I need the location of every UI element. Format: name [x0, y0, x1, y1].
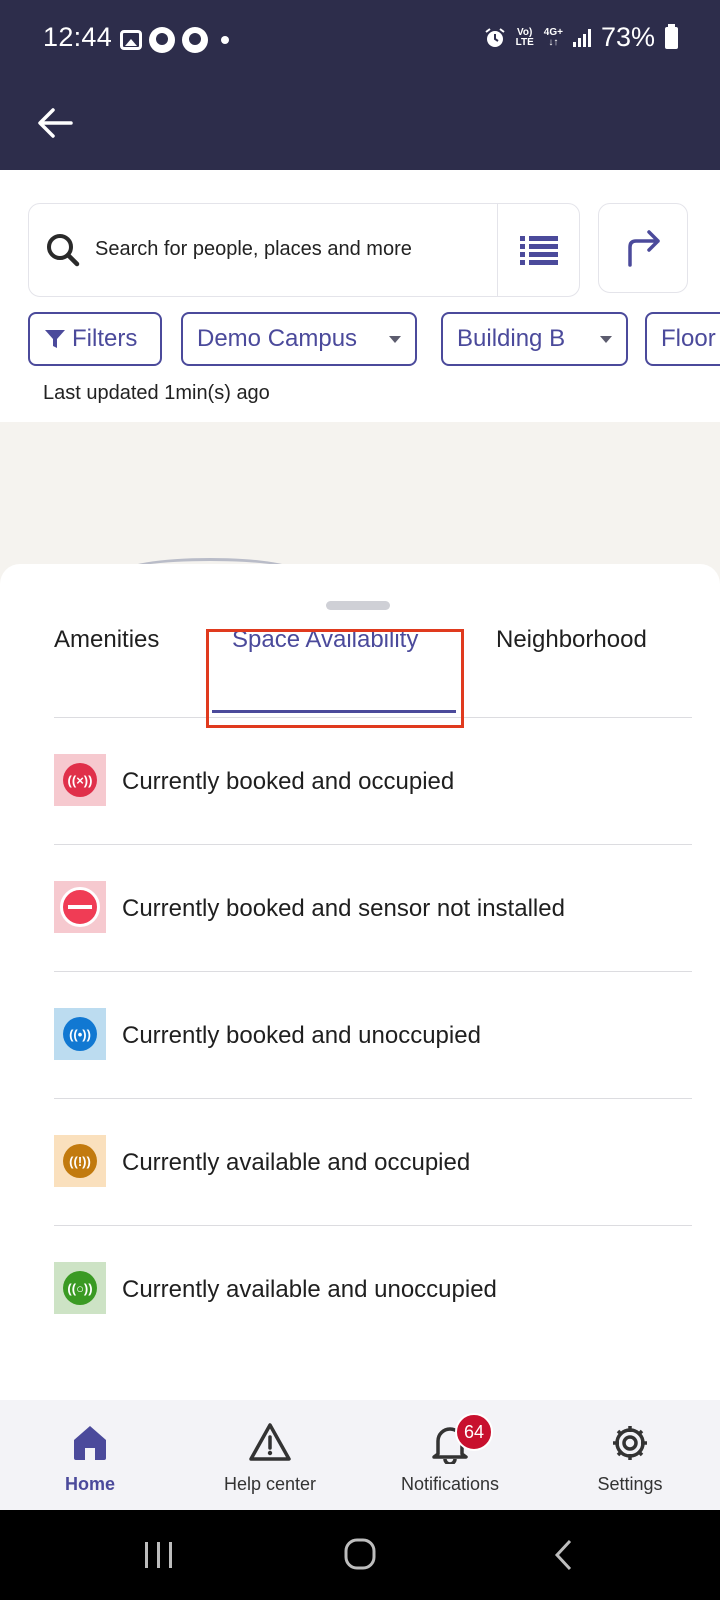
- highlight-box: [206, 629, 464, 728]
- turn-right-icon: [628, 230, 660, 267]
- available-unoccupied-icon: ((○)): [54, 1262, 106, 1314]
- nav-settings[interactable]: Settings: [540, 1400, 720, 1510]
- nav-home-label: Home: [64, 1474, 115, 1494]
- building-value: Building B: [457, 325, 566, 352]
- caret-down-icon: [389, 335, 401, 343]
- nav-notifications-label: Notifications: [400, 1474, 500, 1494]
- legend-item: ((•)) Currently booked and unoccupied: [54, 972, 692, 1099]
- search-input[interactable]: Search for people, places and more: [28, 203, 580, 297]
- back-nav-icon[interactable]: [552, 1538, 574, 1572]
- recent-apps-icon[interactable]: [143, 1540, 175, 1570]
- caret-down-icon: [600, 335, 612, 343]
- filters-button[interactable]: Filters: [28, 312, 162, 366]
- back-button[interactable]: [30, 98, 80, 148]
- nav-settings-label: Settings: [597, 1474, 663, 1494]
- campus-value: Demo Campus: [197, 325, 358, 352]
- directions-button[interactable]: [598, 203, 688, 293]
- tab-amenities[interactable]: Amenities: [54, 626, 159, 654]
- notification-badge: 64: [455, 1413, 493, 1451]
- status-notification-icons: [120, 27, 229, 53]
- legend-label: Currently available and unoccupied: [122, 1276, 497, 1303]
- legend-item: ((×)) Currently booked and occupied: [54, 718, 692, 845]
- legend-item: Currently booked and sensor not installe…: [54, 845, 692, 972]
- volte-bottom: LTE: [515, 36, 534, 48]
- search-area: Search for people, places and more Filte…: [0, 170, 720, 422]
- threads-icon: [149, 27, 175, 53]
- more-notifications-icon: [221, 36, 229, 44]
- data-type: 4G+: [543, 26, 563, 38]
- volte-top: Vo): [517, 26, 533, 38]
- status-time: 12:44: [43, 22, 113, 52]
- filter-icon: [45, 330, 65, 348]
- alarm-icon: [485, 27, 505, 47]
- status-bar: 12:44 Vo) LTE 4G+ ↓↑ 73%: [0, 0, 720, 80]
- no-sensor-icon: [54, 881, 106, 933]
- legend-dot: [60, 887, 100, 927]
- warning-icon: [249, 1423, 291, 1461]
- battery-percent: 73%: [600, 22, 655, 52]
- nav-help-center-label: Help center: [223, 1474, 317, 1494]
- bottom-nav: Home Help center 64 Notifications Settin…: [0, 1400, 720, 1510]
- legend-item: ((!)) Currently available and occupied: [54, 1099, 692, 1226]
- nav-home[interactable]: Home: [0, 1400, 180, 1510]
- home-nav-icon[interactable]: [343, 1537, 377, 1571]
- available-occupied-icon: ((!)): [54, 1135, 106, 1187]
- legend-label: Currently booked and unoccupied: [122, 1022, 481, 1049]
- volte-indicator: Vo) LTE: [515, 26, 534, 48]
- booked-occupied-icon: ((×)): [54, 754, 106, 806]
- nav-notifications[interactable]: 64 Notifications: [360, 1400, 540, 1510]
- legend-label: Currently available and occupied: [122, 1149, 471, 1176]
- arrow-left-icon: [38, 108, 73, 138]
- app-bar: [0, 80, 720, 170]
- signal-icon: [572, 28, 591, 47]
- legend-dot: ((•)): [63, 1017, 97, 1051]
- home-icon: [74, 1426, 106, 1460]
- legend-dot: ((○)): [63, 1271, 97, 1305]
- legend-item: ((○)) Currently available and unoccupied: [54, 1226, 692, 1353]
- gallery-icon: [120, 30, 142, 50]
- nav-help-center[interactable]: Help center: [180, 1400, 360, 1510]
- legend-dot: ((×)): [63, 763, 97, 797]
- search-icon: [47, 234, 80, 267]
- legend-label: Currently booked and sensor not installe…: [122, 895, 565, 922]
- sheet-drag-handle[interactable]: [326, 601, 390, 610]
- tab-neighborhood[interactable]: Neighborhood: [496, 626, 647, 654]
- filters-label: Filters: [72, 325, 138, 352]
- gear-icon: [613, 1426, 647, 1460]
- search-placeholder: Search for people, places and more: [95, 238, 412, 260]
- booked-unoccupied-icon: ((•)): [54, 1008, 106, 1060]
- threads-icon: [182, 27, 208, 53]
- data-arrows: ↓↑: [548, 36, 559, 48]
- list-view-button[interactable]: [497, 204, 579, 296]
- legend-label: Currently booked and occupied: [122, 768, 455, 795]
- building-dropdown[interactable]: Building B: [441, 312, 628, 366]
- campus-dropdown[interactable]: Demo Campus: [181, 312, 417, 366]
- floor-value: Floor: [661, 325, 716, 352]
- list-icon: [519, 236, 558, 265]
- legend-dot: ((!)): [63, 1144, 97, 1178]
- last-updated: Last updated 1min(s) ago: [43, 382, 270, 404]
- status-system-icons: Vo) LTE 4G+ ↓↑ 73%: [484, 22, 678, 53]
- floor-dropdown[interactable]: Floor: [645, 312, 720, 366]
- battery-icon: [665, 23, 678, 49]
- data-indicator: 4G+ ↓↑: [543, 26, 563, 48]
- system-nav-bar: [0, 1510, 720, 1600]
